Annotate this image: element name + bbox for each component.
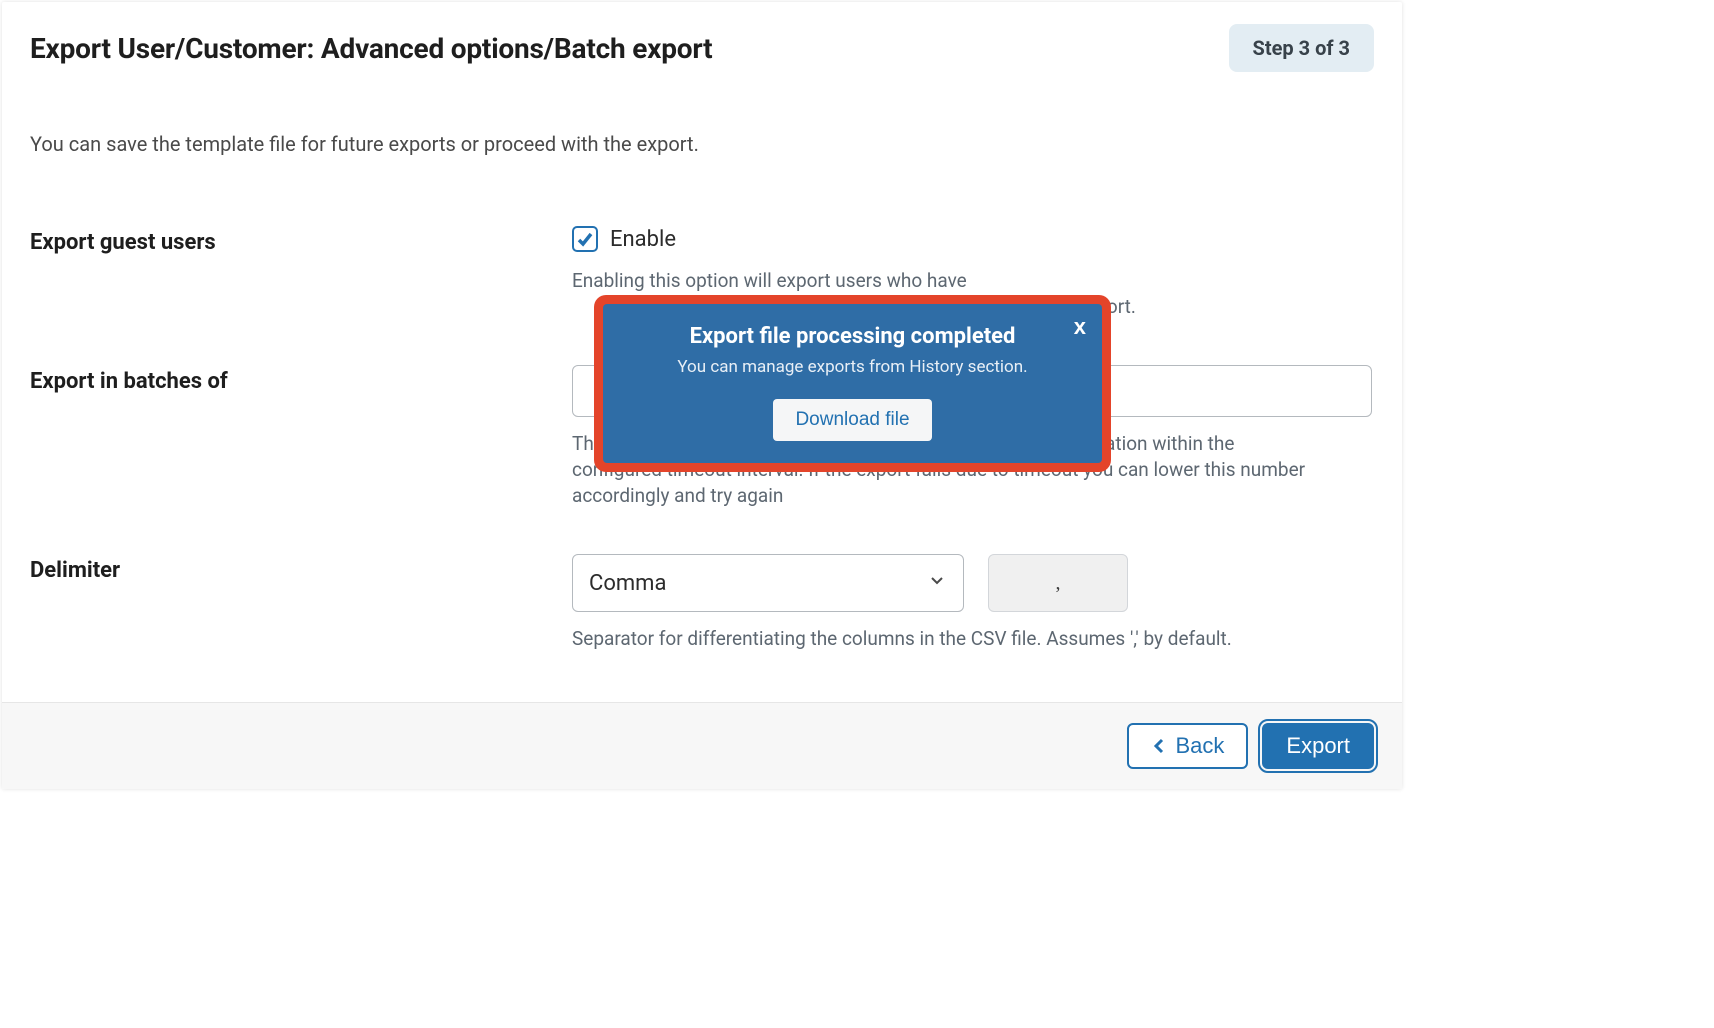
- modal-subtitle: You can manage exports from History sect…: [623, 357, 1082, 377]
- panel-footer: Back Export: [2, 702, 1402, 789]
- label-guest-users: Export guest users: [30, 230, 216, 255]
- step-badge: Step 3 of 3: [1229, 24, 1374, 72]
- back-button-label: Back: [1175, 735, 1224, 757]
- modal-close-button[interactable]: x: [1074, 314, 1086, 340]
- modal-title: Export file processing completed: [623, 324, 1082, 349]
- help-guest-users-start: Enabling this option will export users w…: [572, 269, 967, 292]
- back-button[interactable]: Back: [1127, 723, 1248, 769]
- help-delimiter: Separator for differentiating the column…: [572, 626, 1312, 652]
- export-button[interactable]: Export: [1262, 723, 1374, 769]
- export-button-label: Export: [1286, 735, 1350, 757]
- checkbox-guest-users-label: Enable: [610, 227, 676, 252]
- modal-box: x Export file processing completed You c…: [603, 304, 1102, 463]
- chevron-down-icon: [927, 570, 947, 596]
- chevron-left-icon: [1151, 736, 1167, 756]
- page-title: Export User/Customer: Advanced options/B…: [30, 32, 712, 65]
- select-delimiter[interactable]: Comma: [572, 554, 964, 612]
- modal-highlight: x Export file processing completed You c…: [594, 295, 1111, 472]
- row-delimiter: Delimiter Comma , Separator for differen…: [30, 554, 1374, 652]
- delimiter-preview: ,: [988, 554, 1128, 612]
- intro-text: You can save the template file for futur…: [30, 132, 1374, 156]
- select-delimiter-value: Comma: [589, 571, 666, 596]
- checkmark-icon: [576, 230, 594, 248]
- download-file-button[interactable]: Download file: [773, 399, 931, 441]
- label-batches: Export in batches of: [30, 369, 228, 394]
- label-delimiter: Delimiter: [30, 558, 120, 583]
- checkbox-guest-users[interactable]: [572, 226, 598, 252]
